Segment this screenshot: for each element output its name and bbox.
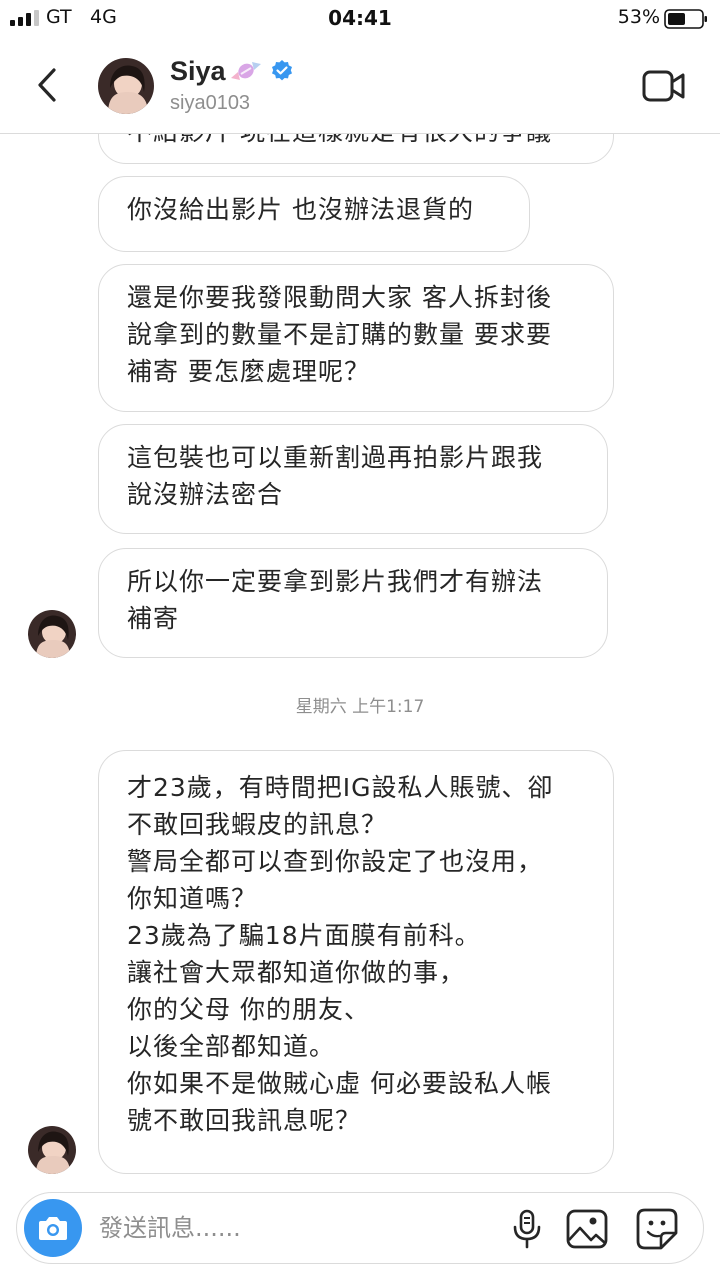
clock: 04:41: [328, 6, 392, 30]
message-thread[interactable]: 不給影片 現在這樣就是有很大的爭議 你沒給出影片 也沒辦法退貨的 還是你要我發限…: [0, 134, 720, 1182]
sticker-icon[interactable]: [635, 1207, 679, 1251]
message-bubble[interactable]: 所以你一定要拿到影片我們才有辦法 補寄: [98, 548, 608, 658]
contact-name: Siya: [170, 55, 226, 86]
message-composer: [16, 1192, 704, 1264]
candy-icon: [230, 62, 261, 80]
message-text: 你沒給出影片 也沒辦法退貨的: [127, 195, 474, 224]
gallery-icon[interactable]: [565, 1207, 609, 1251]
microphone-icon[interactable]: [505, 1207, 549, 1251]
message-text: 不給影片 現在這樣就是有很大的爭議: [127, 134, 585, 150]
camera-icon: [39, 1217, 67, 1240]
message-bubble[interactable]: 不給影片 現在這樣就是有很大的爭議: [98, 134, 614, 164]
header-title: Siya: [170, 54, 294, 88]
video-call-icon[interactable]: [642, 68, 686, 104]
contact-username[interactable]: siya0103: [170, 92, 250, 115]
message-bubble[interactable]: 還是你要我發限動問大家 客人拆封後 說拿到的數量不是訂購的數量 要求要 補寄 要…: [98, 264, 614, 412]
message-timestamp: 星期六 上午1:17: [295, 697, 425, 717]
avatar[interactable]: [98, 58, 154, 114]
message-text: 這包裝也可以重新割過再拍影片跟我 說沒辦法密合: [127, 443, 544, 509]
message-input[interactable]: [99, 1209, 479, 1247]
back-arrow-icon[interactable]: [30, 62, 66, 108]
sender-avatar[interactable]: [28, 1126, 76, 1174]
camera-button[interactable]: [24, 1199, 82, 1257]
message-bubble[interactable]: 才23歲，有時間把IG設私人賬號、卻 不敢回我蝦皮的訊息？ 警局全都可以查到你設…: [98, 750, 614, 1174]
message-text: 所以你一定要拿到影片我們才有辦法 補寄: [127, 567, 544, 633]
status-bar: GT 4G 04:41 53%: [0, 0, 720, 38]
message-bubble[interactable]: 這包裝也可以重新割過再拍影片跟我 說沒辦法密合: [98, 424, 608, 534]
sender-avatar[interactable]: [28, 610, 76, 658]
verified-badge-icon: [271, 60, 292, 81]
battery-percent: 53%: [617, 6, 660, 28]
chat-header: Siya siya0103: [0, 38, 720, 134]
message-bubble[interactable]: 你沒給出影片 也沒辦法退貨的: [98, 176, 530, 252]
message-text: 才23歲，有時間把IG設私人賬號、卻 不敢回我蝦皮的訊息？ 警局全都可以查到你設…: [127, 773, 554, 1135]
message-text: 還是你要我發限動問大家 客人拆封後 說拿到的數量不是訂購的數量 要求要 補寄 要…: [127, 283, 552, 386]
battery-icon: [664, 9, 707, 29]
